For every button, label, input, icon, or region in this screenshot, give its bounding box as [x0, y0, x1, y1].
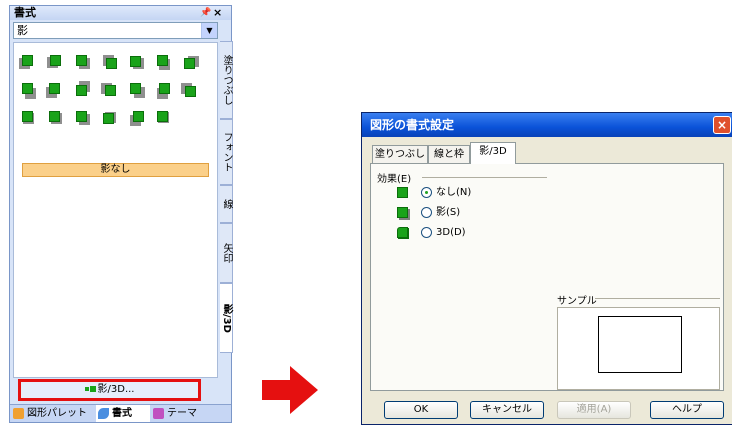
shadow-style-swatch[interactable]: [76, 81, 93, 100]
sample-rectangle: [598, 316, 682, 373]
shadow-style-swatch[interactable]: [103, 55, 120, 72]
shadow-style-swatch[interactable]: [76, 55, 93, 72]
tab-theme[interactable]: テーマ: [151, 405, 211, 422]
tab-format-label: 書式: [112, 408, 132, 419]
side-tab-line[interactable]: 線: [220, 185, 233, 223]
format-shape-dialog: 図形の書式設定 × 塗りつぶし 線と枠 影/3D 効果(E) なし(N) 影(S…: [361, 112, 732, 425]
pin-icon[interactable]: 📌: [200, 6, 211, 20]
shadow-style-swatch[interactable]: [130, 111, 147, 128]
shadow-style-swatch[interactable]: [181, 83, 201, 100]
side-tab-fill[interactable]: 塗りつぶし: [220, 41, 233, 119]
pane-side-tabs: 塗りつぶし フォント 線 矢印 影/3D: [220, 41, 233, 359]
side-tab-shadow-3d[interactable]: 影/3D: [220, 283, 233, 353]
cancel-button[interactable]: キャンセル: [470, 401, 544, 419]
option-shadow-label: 影(S): [436, 207, 461, 218]
shadow-style-swatch[interactable]: [47, 55, 66, 72]
no-shadow-option[interactable]: 影なし: [22, 163, 209, 177]
theme-icon: [153, 408, 164, 419]
palette-icon: [13, 408, 24, 419]
option-none-label: なし(N): [436, 187, 472, 198]
flat-shape-icon: [397, 187, 408, 198]
shadow-style-swatch[interactable]: [22, 111, 39, 128]
shadow-style-swatch[interactable]: [157, 55, 174, 72]
sample-group: サンプル: [557, 295, 720, 390]
tab-shape-palette[interactable]: 図形パレット: [11, 405, 96, 422]
close-icon[interactable]: ×: [713, 116, 731, 134]
chevron-down-icon[interactable]: ▼: [201, 23, 217, 38]
effect-label: 効果(E): [377, 174, 412, 185]
tab-fill[interactable]: 塗りつぶし: [372, 145, 428, 163]
radio-shadow[interactable]: [421, 207, 432, 218]
help-button[interactable]: ヘルプ: [650, 401, 724, 419]
sample-label: サンプル: [557, 296, 597, 307]
tab-theme-label: テーマ: [167, 408, 197, 419]
brush-icon: [98, 408, 109, 419]
sample-preview: [557, 307, 720, 390]
close-icon[interactable]: ×: [213, 6, 222, 20]
pane-bottom-tabs: 図形パレット 書式 テーマ: [10, 404, 231, 422]
shadow-style-swatch[interactable]: [19, 55, 39, 72]
ok-button[interactable]: OK: [384, 401, 458, 419]
shadow-style-swatch[interactable]: [46, 83, 66, 100]
shadow-shape-icon: [397, 207, 408, 218]
tab-panel: 効果(E) なし(N) 影(S) 3D(D) サンプル: [370, 163, 724, 391]
effect-group: 効果(E): [377, 172, 547, 185]
shadow-style-swatch[interactable]: [130, 83, 147, 100]
apply-button[interactable]: 適用(A): [557, 401, 631, 419]
side-tab-font[interactable]: フォント: [220, 119, 233, 185]
format-task-pane: 書式 📌 × 影 ▼ 影なし 塗りつぶし フォント 線 矢印 影/3D 影/3D…: [9, 5, 233, 423]
dialog-title: 図形の書式設定: [370, 118, 455, 132]
shadow-style-swatch[interactable]: [101, 83, 120, 100]
tab-format[interactable]: 書式: [96, 405, 150, 422]
shadow-style-swatch[interactable]: [130, 55, 147, 72]
shadow-style-swatch[interactable]: [157, 111, 174, 128]
category-select-value: 影: [17, 24, 28, 37]
tab-shape-palette-label: 図形パレット: [27, 408, 87, 419]
right-arrow-icon: [262, 366, 318, 414]
tab-shadow-3d[interactable]: 影/3D: [470, 142, 516, 164]
side-tab-arrow[interactable]: 矢印: [220, 223, 233, 283]
shadow-style-swatch[interactable]: [49, 111, 66, 128]
radio-none[interactable]: [421, 187, 432, 198]
tab-line-border[interactable]: 線と枠: [428, 145, 470, 163]
category-select[interactable]: 影 ▼: [13, 22, 218, 39]
shadow-3d-button[interactable]: 影/3D...: [18, 379, 201, 401]
dialog-title-bar: 図形の書式設定: [362, 113, 732, 137]
pane-title-bar: 書式 📌 ×: [10, 6, 231, 20]
option-3d-label: 3D(D): [436, 227, 466, 238]
3d-shape-icon: [397, 227, 408, 238]
shadow-style-swatch[interactable]: [184, 55, 201, 72]
shadow-style-swatch[interactable]: [76, 111, 93, 128]
shadow-style-swatch[interactable]: [22, 83, 39, 100]
shadow-3d-button-label: 影/3D...: [97, 384, 135, 395]
shadow-style-gallery: 影なし: [13, 42, 218, 378]
shadow-style-swatch[interactable]: [157, 83, 174, 100]
pane-title: 書式: [14, 6, 36, 19]
radio-3d[interactable]: [421, 227, 432, 238]
shadow-style-swatch[interactable]: [103, 111, 120, 128]
